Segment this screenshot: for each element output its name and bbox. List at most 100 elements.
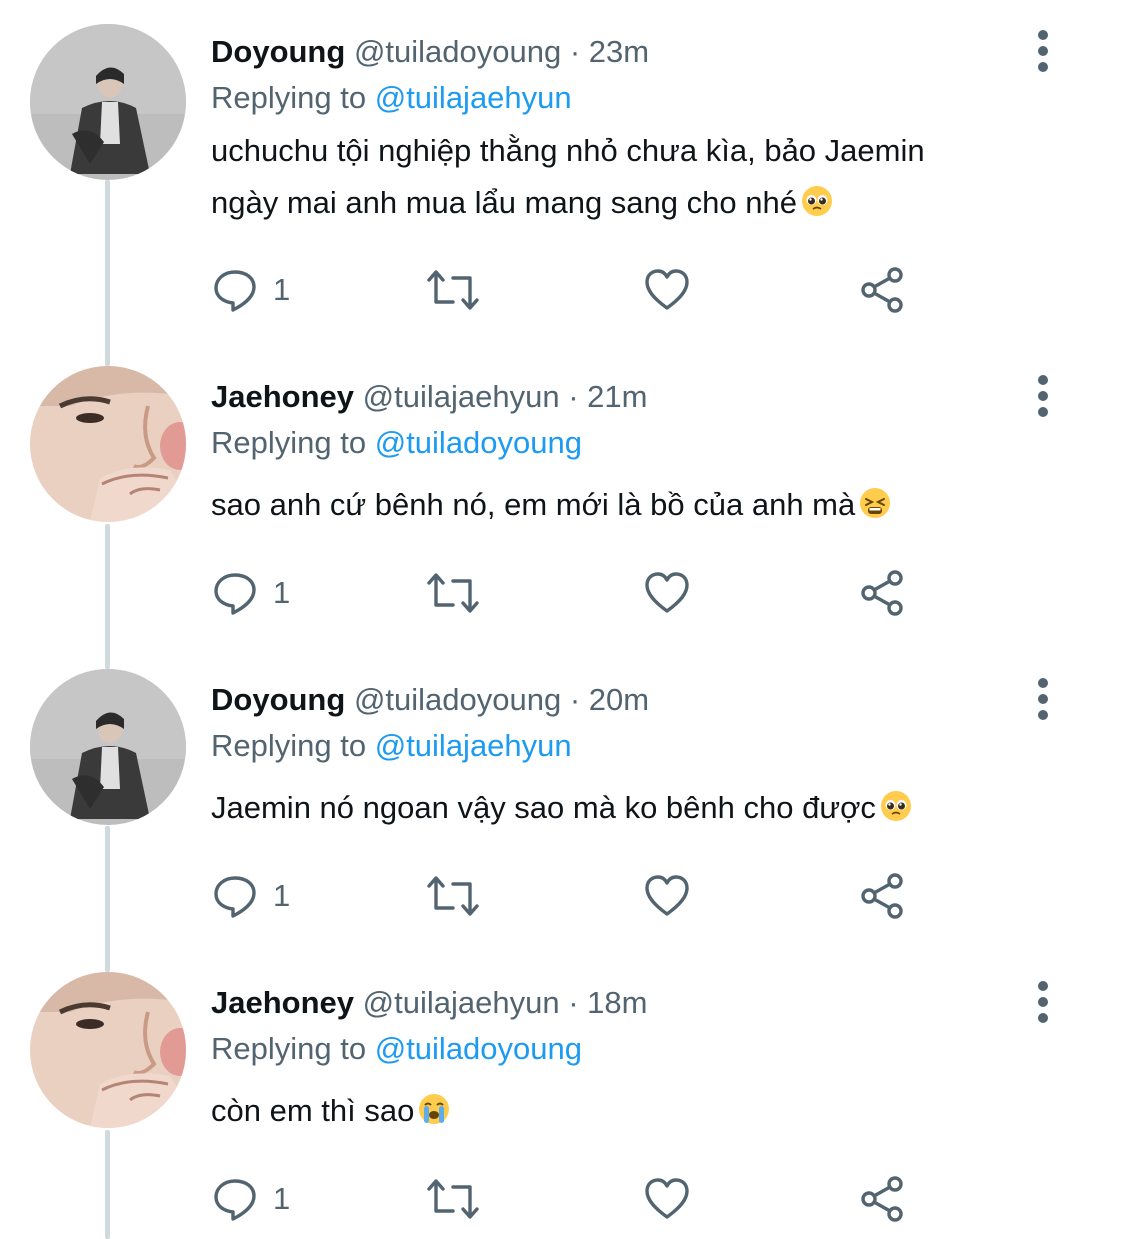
replying-to-prefix: Replying to	[211, 1031, 367, 1066]
reply-count: 1	[273, 575, 291, 610]
tweet-time[interactable]: · 18m	[568, 985, 647, 1020]
reply-button[interactable]: 1	[211, 1174, 290, 1224]
reply-icon	[214, 876, 256, 918]
reply-icon	[214, 1179, 256, 1221]
reply-count: 1	[273, 272, 291, 307]
more-options-icon[interactable]	[1033, 30, 1053, 74]
retweet-button[interactable]	[425, 871, 481, 921]
share-button[interactable]	[859, 265, 907, 315]
replying-to: Replying to @tuilajaehyun	[211, 78, 1035, 118]
avatar-image	[30, 669, 186, 825]
replying-to-handle[interactable]: @tuilajaehyun	[375, 80, 572, 115]
tweet-text-line-wrap: Jaemin nó ngoan vậy sao mà ko bênh cho đ…	[211, 782, 1035, 834]
replying-to-handle[interactable]: @tuilajaehyun	[375, 728, 572, 763]
tweet[interactable]: Jaehoney @tuilajaehyun · 21m Replying to…	[0, 345, 1125, 648]
retweet-icon	[427, 573, 479, 613]
retweet-button[interactable]	[425, 265, 481, 315]
user-handle[interactable]: @tuilajaehyun	[363, 985, 560, 1020]
reply-count: 1	[273, 1181, 291, 1216]
action-bar: 1	[211, 265, 931, 315]
user-handle[interactable]: @tuilajaehyun	[363, 379, 560, 414]
avatar[interactable]	[30, 669, 186, 825]
avatar[interactable]	[30, 366, 186, 522]
user-handle[interactable]: @tuiladoyoung	[354, 682, 561, 717]
tweet-text: còn em thì sao	[211, 1085, 1035, 1137]
heart-icon	[645, 875, 689, 916]
retweet-button[interactable]	[425, 568, 481, 618]
share-icon	[861, 570, 903, 616]
tweet-time[interactable]: · 23m	[570, 34, 649, 69]
avatar-image	[30, 972, 186, 1128]
pleading-face-emoji-icon	[880, 786, 912, 821]
replying-to: Replying to @tuilajaehyun	[211, 726, 1035, 766]
retweet-icon	[427, 270, 479, 310]
heart-icon	[645, 572, 689, 613]
reply-count: 1	[273, 878, 291, 913]
replying-to-prefix: Replying to	[211, 728, 367, 763]
tweet-text-line: ngày mai anh mua lẩu mang sang cho nhé	[211, 185, 797, 220]
display-name[interactable]: Jaehoney	[211, 985, 354, 1020]
more-options-icon[interactable]	[1033, 678, 1053, 722]
tweet-text: Jaemin nó ngoan vậy sao mà ko bênh cho đ…	[211, 782, 1035, 834]
replying-to-handle[interactable]: @tuiladoyoung	[375, 1031, 582, 1066]
retweet-icon	[427, 876, 479, 916]
replying-to-prefix: Replying to	[211, 425, 367, 460]
reply-icon	[214, 270, 256, 312]
tweet-time[interactable]: · 20m	[570, 682, 649, 717]
avatar[interactable]	[30, 972, 186, 1128]
retweet-button[interactable]	[425, 1174, 481, 1224]
retweet-icon	[427, 1179, 479, 1219]
heart-icon	[645, 1178, 689, 1219]
tweet-text-line: sao anh cứ bênh nó, em mới là bồ của anh…	[211, 487, 856, 522]
display-name[interactable]: Jaehoney	[211, 379, 354, 414]
more-options-icon[interactable]	[1033, 981, 1053, 1025]
share-button[interactable]	[859, 1174, 907, 1224]
tweet-text-line: còn em thì sao	[211, 1093, 415, 1128]
replying-to-prefix: Replying to	[211, 80, 367, 115]
heart-icon	[645, 269, 689, 310]
tweet-header: Doyoung @tuiladoyoung · 23m	[211, 32, 1035, 72]
replying-to-handle[interactable]: @tuiladoyoung	[375, 425, 582, 460]
tweet-text-line-wrap: còn em thì sao	[211, 1085, 1035, 1137]
more-options-icon[interactable]	[1033, 375, 1053, 419]
like-button[interactable]	[643, 1174, 691, 1224]
avatar[interactable]	[30, 24, 186, 180]
action-bar: 1	[211, 1174, 931, 1224]
replying-to: Replying to @tuiladoyoung	[211, 1029, 1035, 1069]
reply-button[interactable]: 1	[211, 568, 290, 618]
like-button[interactable]	[643, 265, 691, 315]
tweet-header: Jaehoney @tuilajaehyun · 18m	[211, 983, 1035, 1023]
loudly-crying-face-emoji-icon	[418, 1089, 450, 1124]
tweet-text-line: uchuchu tội nghiệp thằng nhỏ chưa kìa, b…	[211, 133, 925, 168]
display-name[interactable]: Doyoung	[211, 34, 345, 69]
action-bar: 1	[211, 568, 931, 618]
tweet-text-line: Jaemin nó ngoan vậy sao mà ko bênh cho đ…	[211, 790, 876, 825]
reply-button[interactable]: 1	[211, 265, 290, 315]
tweet[interactable]: Doyoung @tuiladoyoung · 23m Replying to …	[0, 0, 1125, 345]
tweet-text-line-wrap: sao anh cứ bênh nó, em mới là bồ của anh…	[211, 479, 1035, 531]
tired-face-emoji-icon	[859, 483, 891, 518]
action-bar: 1	[211, 871, 931, 921]
tweet[interactable]: Doyoung @tuiladoyoung · 20m Replying to …	[0, 648, 1125, 951]
reply-button[interactable]: 1	[211, 871, 290, 921]
tweet-text-line-wrap: ngày mai anh mua lẩu mang sang cho nhé	[211, 177, 1035, 229]
tweet-header: Doyoung @tuiladoyoung · 20m	[211, 680, 1035, 720]
avatar-image	[30, 24, 186, 180]
like-button[interactable]	[643, 871, 691, 921]
reply-icon	[214, 573, 256, 615]
tweet-text: sao anh cứ bênh nó, em mới là bồ của anh…	[211, 479, 1035, 531]
pleading-face-emoji-icon	[801, 181, 833, 216]
like-button[interactable]	[643, 568, 691, 618]
tweet-text: uchuchu tội nghiệp thằng nhỏ chưa kìa, b…	[211, 125, 1035, 229]
tweet[interactable]: Jaehoney @tuilajaehyun · 18m Replying to…	[0, 951, 1125, 1239]
share-button[interactable]	[859, 871, 907, 921]
share-icon	[861, 267, 903, 313]
share-icon	[861, 873, 903, 919]
display-name[interactable]: Doyoung	[211, 682, 345, 717]
share-button[interactable]	[859, 568, 907, 618]
avatar-image	[30, 366, 186, 522]
user-handle[interactable]: @tuiladoyoung	[354, 34, 561, 69]
tweet-time[interactable]: · 21m	[568, 379, 647, 414]
replying-to: Replying to @tuiladoyoung	[211, 423, 1035, 463]
share-icon	[861, 1176, 903, 1222]
